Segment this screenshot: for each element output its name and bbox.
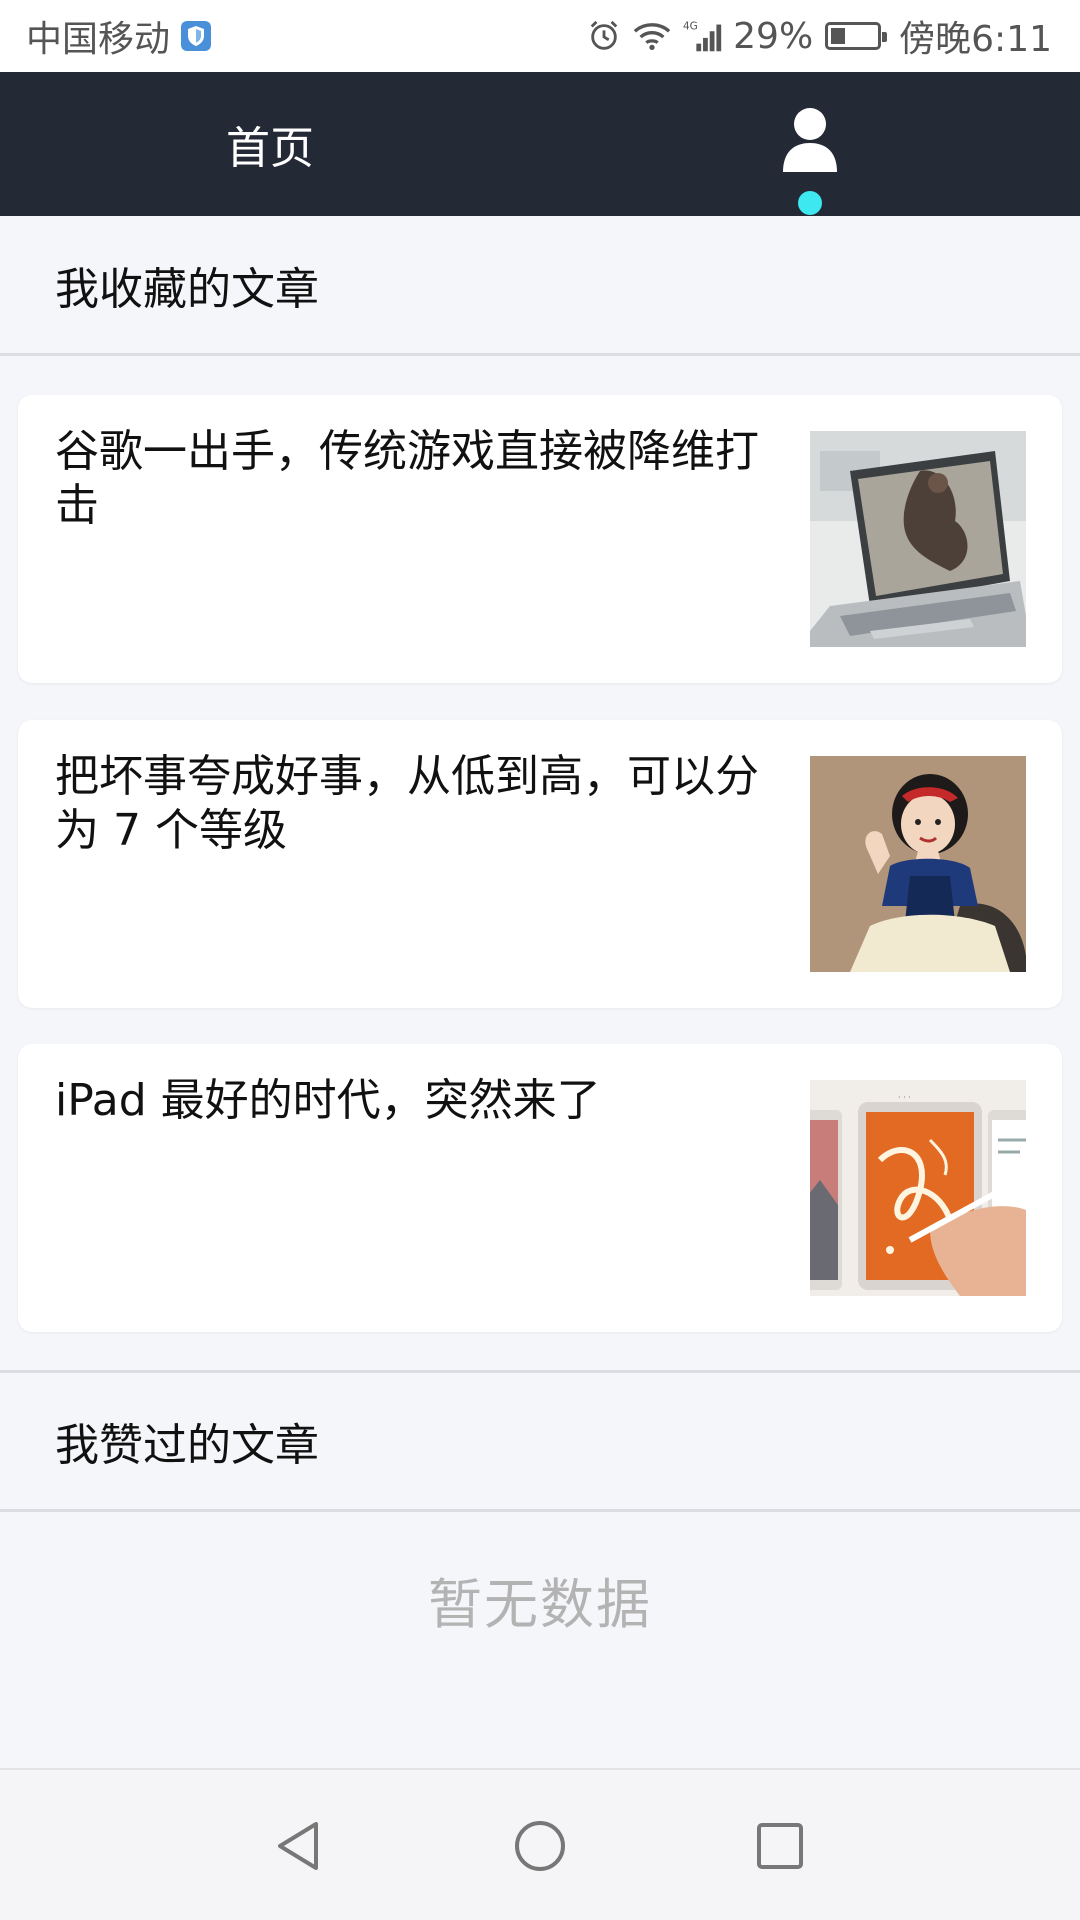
article-card[interactable]: 谷歌一出手，传统游戏直接被降维打击: [18, 395, 1062, 683]
svg-text:· · ·: · · ·: [898, 1093, 911, 1102]
article-title: 谷歌一出手，传统游戏直接被降维打击: [55, 426, 759, 531]
home-icon[interactable]: [510, 1816, 570, 1876]
laptop-game-thumbnail: [810, 431, 1026, 647]
liked-section-header: 我赞过的文章: [0, 1370, 1080, 1512]
network-type-label: 4G: [683, 20, 698, 32]
back-icon[interactable]: [270, 1816, 330, 1876]
status-right: 4G 29% 傍晚6:11: [575, 10, 1052, 62]
article-card[interactable]: iPad 最好的时代，突然来了 · · ·: [18, 1044, 1062, 1332]
alarm-icon: [587, 19, 621, 53]
active-tab-indicator: [798, 191, 822, 215]
ipad-thumbnail: · · ·: [810, 1080, 1026, 1296]
battery-icon: [825, 22, 888, 50]
tab-profile[interactable]: [540, 72, 1080, 216]
status-left: 中国移动: [26, 10, 212, 62]
shield-icon: [180, 20, 212, 52]
favorites-section-header: 我收藏的文章: [0, 216, 1080, 356]
user-icon: [783, 108, 837, 172]
system-nav-bar: [0, 1768, 1080, 1920]
carrier-name: 中国移动: [26, 19, 171, 60]
article-title: 把坏事夸成好事，从低到高，可以分为 7 个等级: [55, 751, 759, 856]
top-nav: 首页: [0, 72, 1080, 216]
status-bar: 中国移动 4G 29% 傍晚6:11: [0, 0, 1080, 72]
snow-white-thumbnail: [810, 756, 1026, 972]
empty-state-text: 暂无数据: [428, 1573, 652, 1636]
article-title: iPad 最好的时代，突然来了: [55, 1075, 601, 1126]
article-card[interactable]: 把坏事夸成好事，从低到高，可以分为 7 个等级: [18, 720, 1062, 1008]
clock: 傍晚6:11: [899, 19, 1052, 60]
cellular-signal-icon: 4G: [683, 18, 725, 54]
tab-home[interactable]: 首页: [0, 72, 540, 216]
recent-apps-icon[interactable]: [750, 1816, 810, 1876]
battery-percent: 29%: [733, 15, 814, 57]
wifi-icon: [633, 20, 671, 52]
